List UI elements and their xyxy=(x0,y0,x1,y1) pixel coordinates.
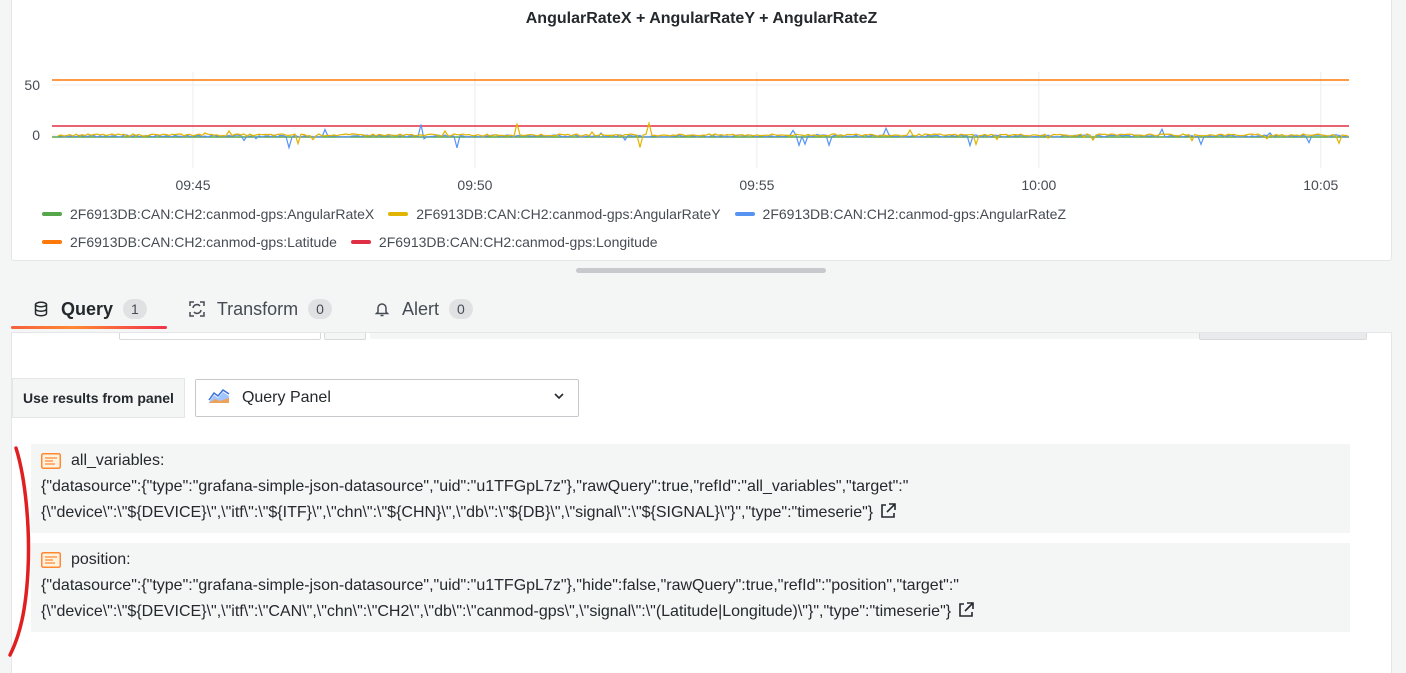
red-annotation-bracket xyxy=(8,446,31,657)
clipped-action xyxy=(1199,333,1367,340)
legend-row: 2F6913DB:CAN:CH2:canmod-gps:Latitude 2F69… xyxy=(42,228,1382,256)
query-name: all_variables: xyxy=(71,452,165,469)
external-link-icon[interactable] xyxy=(879,502,897,529)
legend-label: 2F6913DB:CAN:CH2:canmod-gps:Longitude xyxy=(378,234,658,250)
use-results-label: Use results from panel xyxy=(12,378,185,418)
y-tick-label: 50 xyxy=(24,77,40,93)
clipped-field xyxy=(119,333,321,340)
query-name: position: xyxy=(71,551,131,568)
tab-query[interactable]: Query 1 xyxy=(11,290,167,329)
x-tick-label: 09:50 xyxy=(457,177,492,193)
query-json-line: {"datasource":{"type":"grafana-simple-js… xyxy=(41,478,909,495)
legend-label: 2F6913DB:CAN:CH2:canmod-gps:Latitude xyxy=(70,234,337,250)
legend-swatch xyxy=(42,212,62,216)
series-line[interactable] xyxy=(57,120,1349,148)
clipped-button xyxy=(324,333,366,340)
chevron-down-icon xyxy=(552,389,566,408)
query-row-position: position: {"datasource":{"type":"grafana… xyxy=(31,543,1350,632)
legend-label: 2F6913DB:CAN:CH2:canmod-gps:AngularRateZ xyxy=(762,206,1067,222)
tab-transform-count: 0 xyxy=(308,299,332,319)
query-row-all-variables: all_variables: {"datasource":{"type":"gr… xyxy=(31,444,1350,533)
legend-row: 2F6913DB:CAN:CH2:canmod-gps:AngularRateX… xyxy=(42,200,1382,228)
legend-item[interactable]: 2F6913DB:CAN:CH2:canmod-gps:AngularRateX xyxy=(42,206,374,222)
transform-icon xyxy=(189,301,205,317)
visualization-panel: AngularRateX + AngularRateY + AngularRat… xyxy=(11,0,1392,261)
tab-alert-label: Alert xyxy=(401,298,439,319)
external-link-icon[interactable] xyxy=(957,601,975,628)
tab-query-count: 1 xyxy=(123,299,147,319)
x-tick-label: 09:55 xyxy=(739,177,774,193)
panel-select[interactable]: Query Panel xyxy=(194,379,579,417)
tab-query-label: Query xyxy=(61,298,114,319)
query-json-line: {"datasource":{"type":"grafana-simple-js… xyxy=(41,577,959,594)
bell-icon xyxy=(374,301,390,317)
time-series-chart[interactable]: 50 0 09:45 09:50 09:55 10:00 10:05 xyxy=(12,0,1391,200)
query-editor-icon xyxy=(41,453,61,469)
chart-legend: 2F6913DB:CAN:CH2:canmod-gps:AngularRateX… xyxy=(42,200,1382,256)
x-tick-label: 10:00 xyxy=(1021,177,1056,193)
query-editor: Use results from panel Query Panel all_v… xyxy=(11,332,1392,673)
query-header: all_variables: xyxy=(41,448,1340,474)
legend-item[interactable]: 2F6913DB:CAN:CH2:canmod-gps:Latitude xyxy=(42,234,337,250)
y-tick-label: 0 xyxy=(32,127,40,143)
query-json-line-2: {\"device\":\"${DEVICE}\",\"itf\":\"CAN\… xyxy=(41,599,1340,628)
use-results-row: Use results from panel Query Panel xyxy=(12,378,579,418)
legend-swatch xyxy=(734,212,755,216)
query-json-line-2: {\"device\":\"${DEVICE}\",\"itf\":\"${IT… xyxy=(41,500,1340,529)
x-tick-label: 09:45 xyxy=(175,177,210,193)
query-json-text: {\"device\":\"${DEVICE}\",\"itf\":\"${IT… xyxy=(41,504,874,521)
panel-select-value: Query Panel xyxy=(241,389,331,406)
legend-item[interactable]: 2F6913DB:CAN:CH2:canmod-gps:AngularRateY xyxy=(388,206,721,222)
tab-alert-count: 0 xyxy=(448,299,473,319)
legend-swatch xyxy=(350,240,371,244)
tab-transform-label: Transform xyxy=(216,298,299,319)
query-editor-icon xyxy=(41,552,61,568)
legend-swatch xyxy=(388,212,409,216)
query-json-text: {\"device\":\"${DEVICE}\",\"itf\":\"CAN\… xyxy=(41,603,952,620)
tab-transform[interactable]: Transform 0 xyxy=(167,290,352,328)
panel-resize-handle[interactable] xyxy=(576,268,826,273)
panel-viz-icon xyxy=(208,388,230,409)
tab-alert[interactable]: Alert 0 xyxy=(352,290,493,328)
database-icon xyxy=(33,301,49,317)
editor-tabs: Query 1 Transform 0 Alert 0 xyxy=(11,290,493,330)
clipped-toolbar xyxy=(370,333,1200,339)
series-line[interactable] xyxy=(57,124,1349,150)
legend-label: 2F6913DB:CAN:CH2:canmod-gps:AngularRateX xyxy=(70,206,375,222)
x-tick-label: 10:05 xyxy=(1303,177,1338,193)
legend-item[interactable]: 2F6913DB:CAN:CH2:canmod-gps:AngularRateZ xyxy=(734,206,1067,222)
legend-label: 2F6913DB:CAN:CH2:canmod-gps:AngularRateY xyxy=(416,206,721,222)
legend-item[interactable]: 2F6913DB:CAN:CH2:canmod-gps:Longitude xyxy=(350,234,658,250)
legend-swatch xyxy=(42,240,62,244)
query-header: position: xyxy=(41,547,1340,573)
